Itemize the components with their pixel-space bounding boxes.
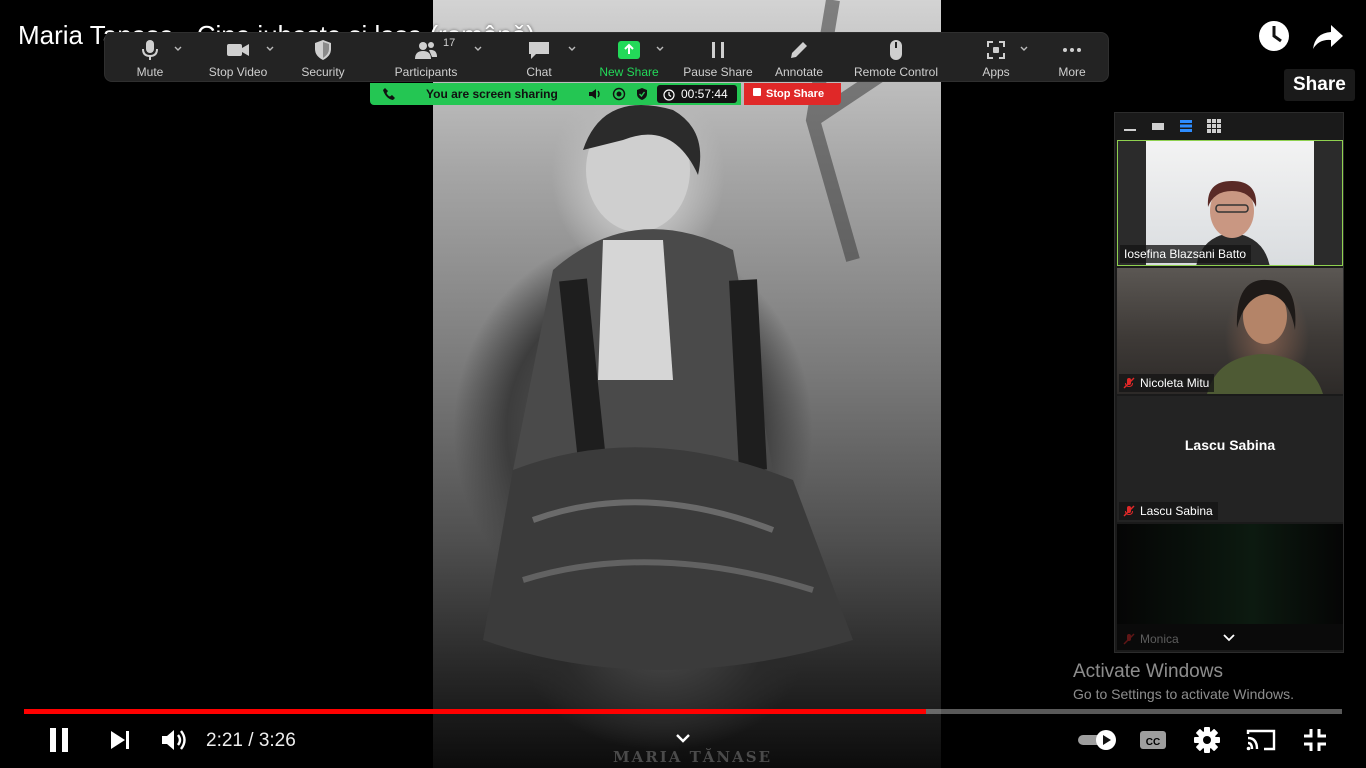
portrait-illustration [483,0,907,670]
share-screen-icon [617,38,641,62]
zoom-meeting-toolbar: Mute Stop Video Security Participants 17… [104,32,1109,82]
single-video-view-icon[interactable] [1151,119,1165,133]
participant-name: Nicoleta Mitu [1119,374,1215,392]
muted-microphone-icon [1123,633,1135,645]
muted-microphone-icon [1123,376,1135,389]
watch-later-icon[interactable] [1255,17,1293,55]
sharing-timer: 00:57:44 [657,85,737,103]
subtitles-button[interactable]: CC [1135,722,1171,758]
sharing-timer-value: 00:57:44 [681,87,728,101]
pause-share-button[interactable]: Pause Share [683,33,753,83]
more-label: More [1058,65,1086,79]
minimize-view-icon[interactable] [1123,119,1137,133]
closed-captions-icon: CC [1140,731,1166,749]
video-progress-played [24,709,927,714]
time-display: 2:21 / 3:26 [206,730,296,751]
pencil-icon [787,38,811,62]
participant-center-name: Lascu Sabina [1184,437,1276,453]
grid-view-icon[interactable] [1207,119,1221,133]
pause-icon [706,38,730,62]
participant-name: Lascu Sabina [1119,502,1218,520]
settings-button[interactable] [1189,722,1225,758]
security-label: Security [301,65,345,79]
participants-icon [414,38,438,62]
chat-label: Chat [526,65,552,79]
video-options-chevron-icon[interactable] [265,41,275,51]
mouse-icon [884,38,908,62]
participant-gallery-panel: Iosefina Blazsani Batto Nicoleta Mitu La… [1114,112,1344,653]
apps-button[interactable]: Apps [975,33,1017,83]
chevron-down-icon [676,734,690,743]
participant-tile[interactable]: Lascu Sabina Lascu Sabina [1117,396,1343,522]
apps-options-chevron-icon[interactable] [1019,41,1029,51]
apps-label: Apps [982,65,1010,79]
participant-name: Monica [1123,632,1179,646]
video-progress-bar[interactable] [24,709,1342,714]
participants-label: Participants [394,65,458,79]
video-camera-icon [226,38,250,62]
activate-windows-watermark: Activate Windows Go to Settings to activ… [1073,661,1294,702]
annotate-label: Annotate [774,65,824,79]
pause-button[interactable] [41,722,77,758]
activate-windows-subtitle: Go to Settings to activate Windows. [1073,686,1294,702]
stop-share-button[interactable]: Stop Share [744,83,841,105]
share-tooltip: Share [1284,69,1355,101]
stop-video-button[interactable]: Stop Video [205,33,271,83]
apps-icon [984,38,1008,62]
remote-control-button[interactable]: Remote Control [851,33,941,83]
remote-control-label: Remote Control [853,65,939,79]
speaker-icon[interactable] [588,87,602,101]
screen-sharing-status-bar[interactable]: You are screen sharing 00:57:44 [370,83,741,105]
svg-text:CC: CC [1146,737,1160,748]
sharing-status-text: You are screen sharing [426,87,558,101]
strip-view-icon[interactable] [1179,119,1193,133]
skip-next-icon [111,731,129,749]
gallery-scroll-down-chevron-icon[interactable] [1221,631,1237,643]
activate-windows-title: Activate Windows [1073,661,1223,682]
gallery-view-toolbar [1115,113,1343,139]
participants-count: 17 [443,37,456,49]
volume-button[interactable] [155,722,191,758]
annotate-button[interactable]: Annotate [771,33,827,83]
stop-video-label: Stop Video [208,65,268,79]
participant-tile[interactable]: Nicoleta Mitu [1117,268,1343,394]
participant-tile[interactable]: Iosefina Blazsani Batto [1117,140,1343,266]
security-button[interactable]: Security [295,33,351,83]
share-arrow-icon[interactable] [1309,17,1347,55]
chat-button[interactable]: Chat [515,33,563,83]
mute-options-chevron-icon[interactable] [173,41,183,51]
participant-name: Iosefina Blazsani Batto [1120,245,1252,263]
more-button[interactable]: More [1051,33,1093,83]
autoplay-toggle[interactable] [1076,722,1122,758]
pause-share-label: Pause Share [683,65,753,79]
exit-fullscreen-icon [1304,729,1326,751]
new-share-button[interactable]: New Share [597,33,661,83]
volume-icon [162,730,186,750]
chat-options-chevron-icon[interactable] [567,41,577,51]
clock-icon [663,88,675,101]
expand-chevron-button[interactable] [665,722,701,758]
cast-icon [1246,729,1276,751]
cast-button[interactable] [1243,722,1279,758]
recording-status-icon [612,87,626,101]
ellipsis-icon [1060,38,1084,62]
new-share-label: New Share [599,65,659,79]
autoplay-toggle-icon [1078,730,1116,750]
encryption-shield-icon [635,87,649,101]
microphone-icon [138,38,162,62]
mute-label: Mute [136,65,164,79]
next-video-button[interactable] [102,722,138,758]
chat-bubble-icon [527,38,551,62]
pause-icon [50,728,68,752]
muted-microphone-icon [1123,504,1135,517]
participant-video [1117,524,1343,624]
exit-fullscreen-button[interactable] [1297,722,1333,758]
share-options-chevron-icon[interactable] [655,41,665,51]
shield-icon [311,38,335,62]
video-frame-photo: MARIA TĂNASE [433,0,941,768]
participants-options-chevron-icon[interactable] [473,41,483,51]
mute-button[interactable]: Mute [125,33,175,83]
gear-icon [1194,727,1220,753]
phone-icon [382,87,396,101]
